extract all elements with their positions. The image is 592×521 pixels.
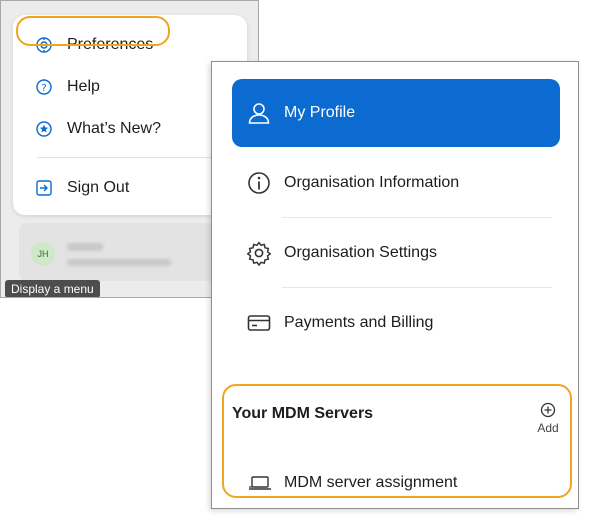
nav-item-payments-and-billing[interactable]: Payments and Billing [232,289,560,357]
mdm-server-assignment-item[interactable]: MDM server assignment [248,470,457,496]
person-icon [246,100,272,126]
plus-circle-icon [540,402,556,418]
mdm-section-title: Your MDM Servers [232,405,374,422]
nav-item-organisation-settings[interactable]: Organisation Settings [232,219,560,287]
menu-item-label: Sign Out [67,179,130,196]
menu-divider [37,157,227,158]
preferences-highlight [16,16,170,46]
tooltip: Display a menu [5,280,100,297]
menu-item-label: What’s New? [67,120,161,137]
nav-item-my-profile[interactable]: My Profile [232,79,560,147]
nav-divider [282,287,552,288]
menu-item-sign-out[interactable]: Sign Out [35,174,129,202]
svg-text:?: ? [41,83,46,94]
nav-item-label: Payments and Billing [284,314,434,331]
settings-menu-screenshot: My Profile Organisation Information Orga… [211,61,579,509]
add-label: Add [537,421,559,435]
star-icon [35,120,53,138]
nav-item-label: My Profile [284,104,356,121]
nav-item-label: Organisation Settings [284,244,437,261]
add-mdm-server-button[interactable]: Add [534,402,562,435]
nav-item-label: Organisation Information [284,174,460,191]
menu-item-help[interactable]: ? Help [35,73,100,101]
blurred-email [67,259,171,266]
menu-item-whats-new[interactable]: What’s New? [35,115,161,143]
card-icon [246,310,272,336]
info-icon [246,170,272,196]
laptop-icon [248,475,272,491]
avatar: JH [31,242,55,266]
question-icon: ? [35,78,53,96]
nav-divider [282,217,552,218]
blurred-name [67,243,103,251]
mdm-item-label: MDM server assignment [284,474,458,491]
gear-icon [246,240,272,266]
menu-item-label: Help [67,78,100,95]
sign-out-icon [35,179,53,197]
nav-item-organisation-information[interactable]: Organisation Information [232,149,560,217]
